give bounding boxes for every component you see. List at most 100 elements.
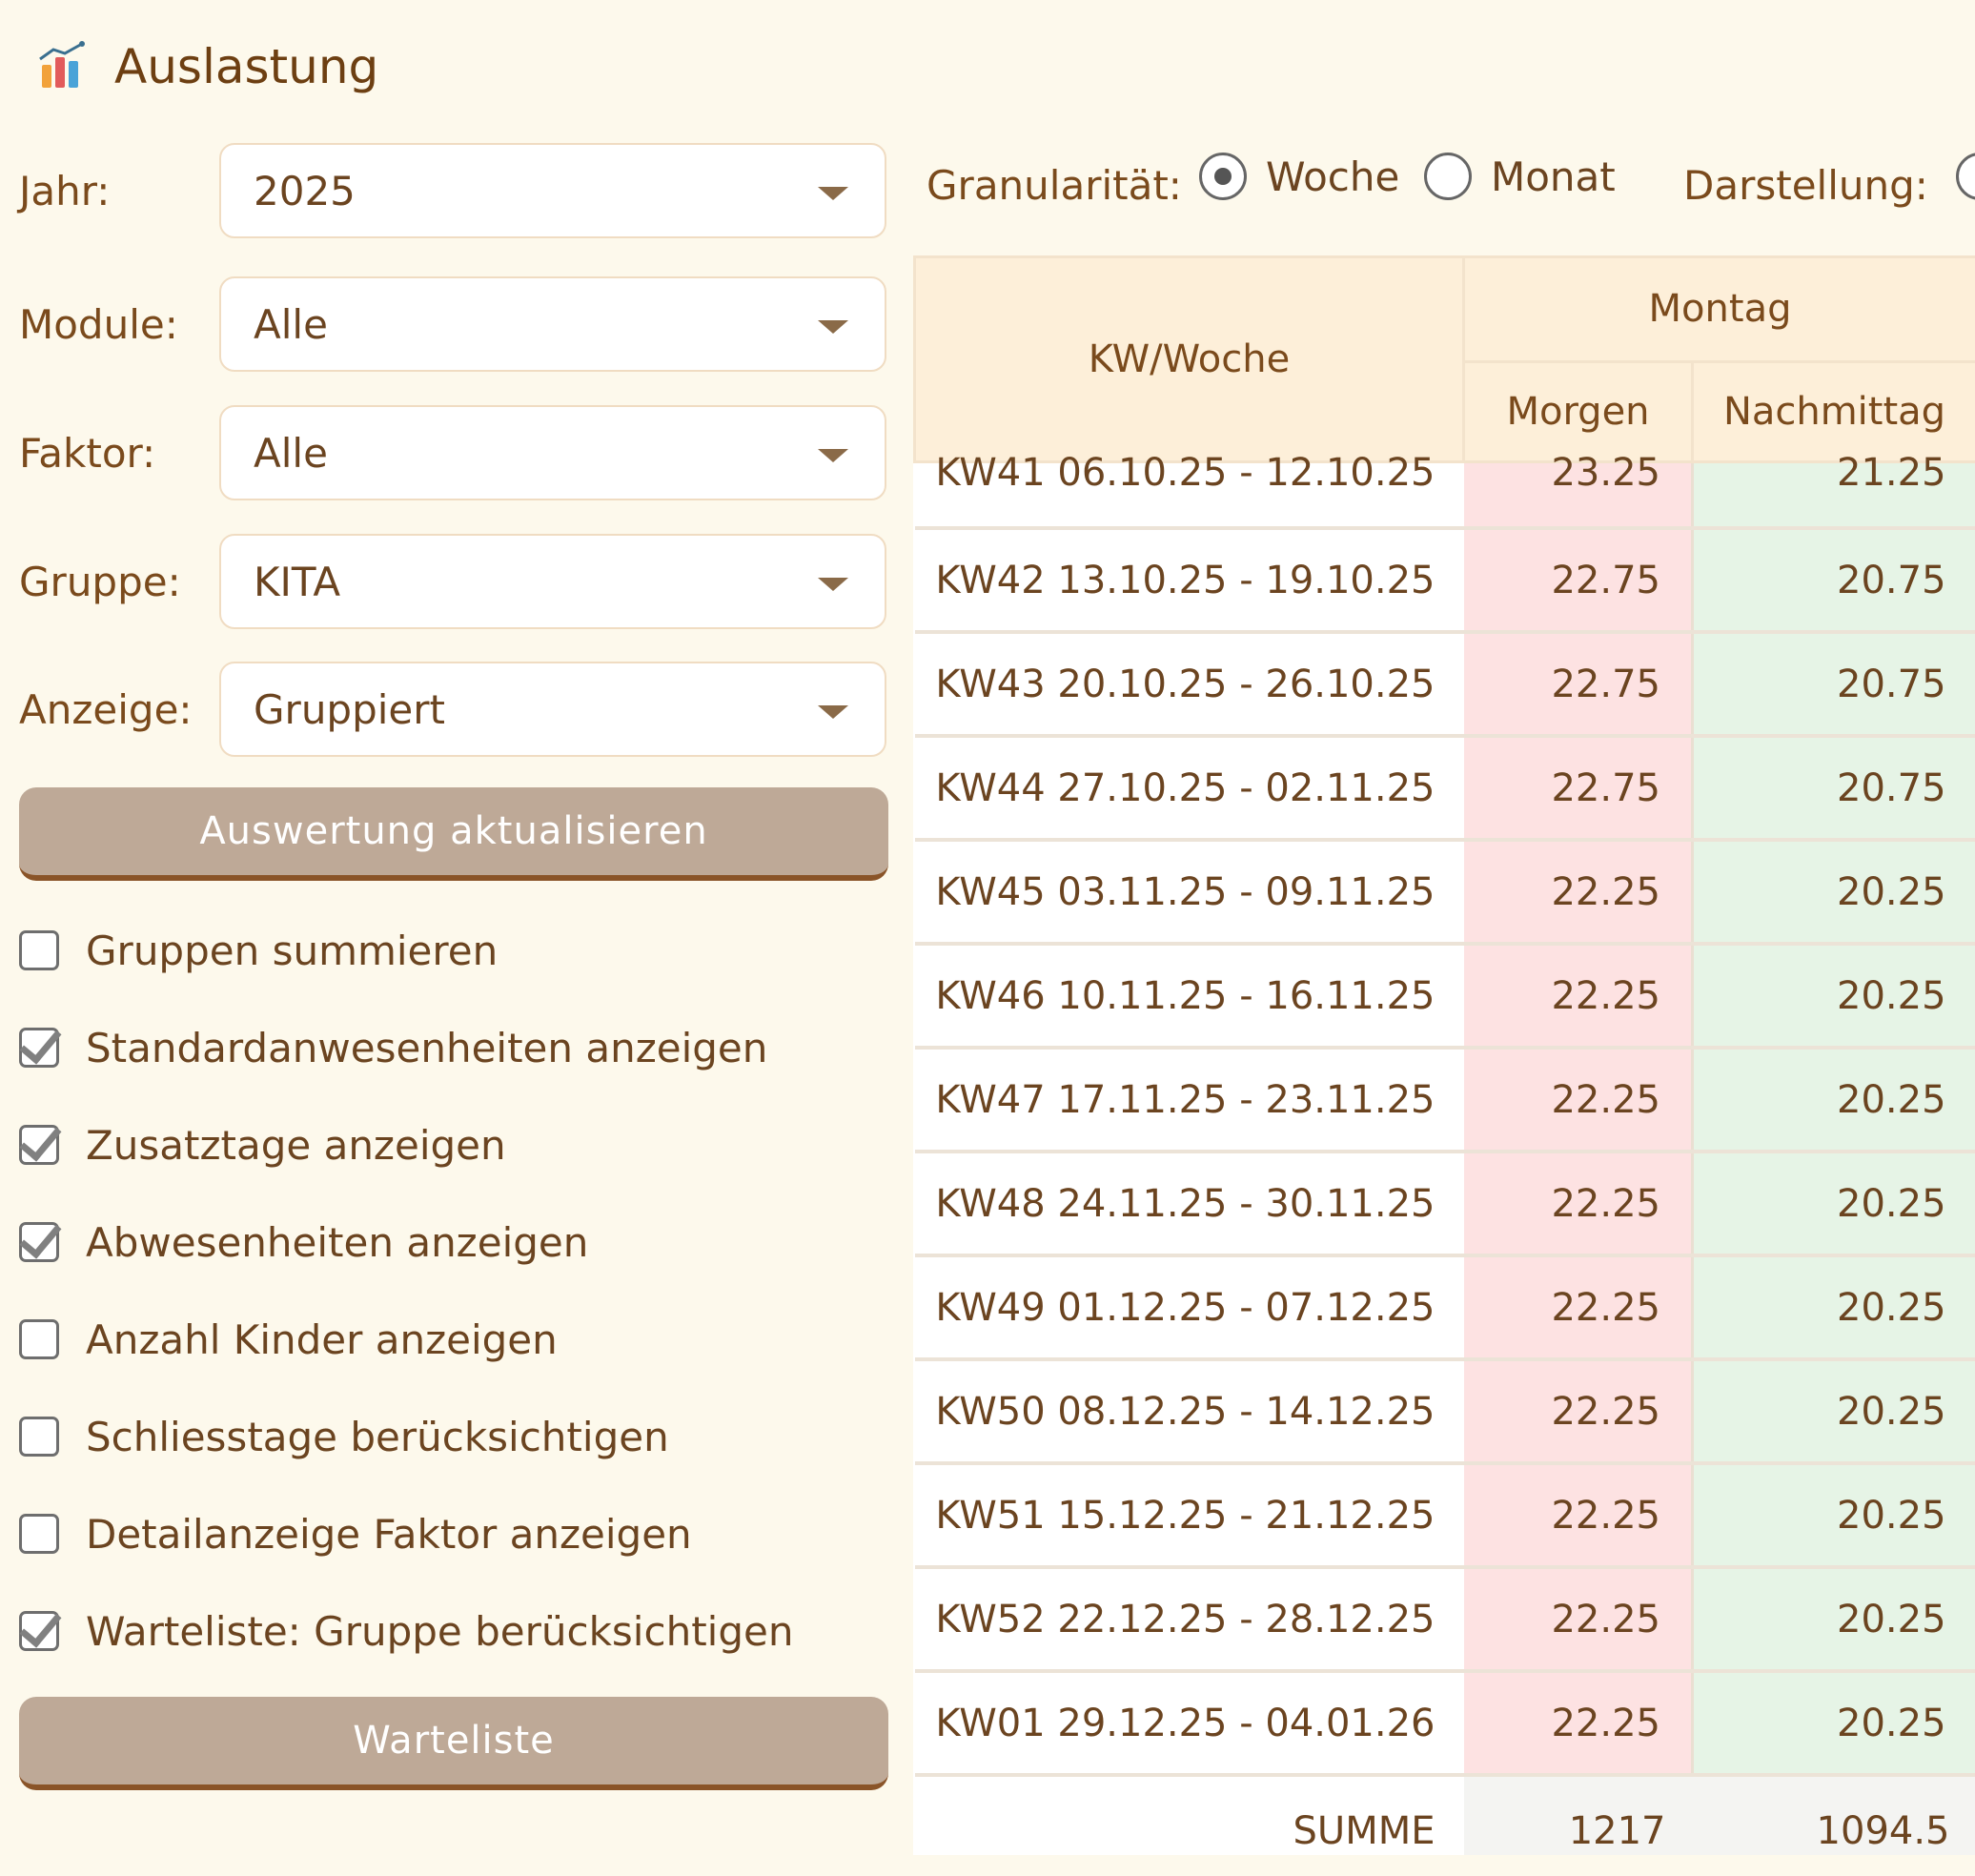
afternoon-value-cell: 20.25 bbox=[1692, 1671, 1975, 1777]
table-row: KW50 08.12.25 - 14.12.25 22.25 20.25 bbox=[914, 1359, 1975, 1465]
sum-morning-value: 1217 bbox=[1463, 1775, 1693, 1855]
option-label: Zusatztage anzeigen bbox=[86, 1121, 506, 1169]
sum-afternoon-value: 1094.5 bbox=[1692, 1775, 1975, 1855]
radio-monat[interactable]: Monat bbox=[1424, 153, 1616, 200]
checkbox[interactable] bbox=[19, 1417, 59, 1457]
morning-value-cell: 22.75 bbox=[1463, 632, 1694, 738]
anzeige-select-value: Gruppiert bbox=[254, 685, 445, 733]
faktor-select[interactable]: Alle bbox=[219, 405, 886, 500]
option-label: Gruppen summieren bbox=[86, 927, 499, 974]
option-label: Standardanwesenheiten anzeigen bbox=[86, 1024, 768, 1071]
option-anzahl-kinder[interactable]: Anzahl Kinder anzeigen bbox=[19, 1306, 558, 1373]
jahr-label: Jahr: bbox=[19, 167, 111, 214]
morning-value-cell: 22.25 bbox=[1463, 840, 1694, 946]
table-row: KW41 06.10.25 - 12.10.25 23.25 21.25 bbox=[914, 454, 1975, 530]
option-warteliste-gruppe[interactable]: Warteliste: Gruppe berücksichtigen bbox=[19, 1598, 793, 1664]
week-cell: KW01 29.12.25 - 04.01.26 bbox=[914, 1671, 1464, 1777]
table-row: KW42 13.10.25 - 19.10.25 22.75 20.75 bbox=[914, 528, 1975, 634]
checkbox-checked[interactable] bbox=[19, 1222, 59, 1262]
chevron-down-icon bbox=[818, 320, 848, 334]
option-gruppen-summieren[interactable]: Gruppen summieren bbox=[19, 917, 498, 984]
morning-value-cell: 22.25 bbox=[1463, 1255, 1694, 1361]
option-detailanzeige-faktor[interactable]: Detailanzeige Faktor anzeigen bbox=[19, 1500, 692, 1567]
filter-module-row: Module: Alle bbox=[19, 276, 888, 372]
morning-value-cell: 22.25 bbox=[1463, 944, 1694, 1050]
week-cell: KW47 17.11.25 - 23.11.25 bbox=[914, 1048, 1464, 1153]
table-row: KW45 03.11.25 - 09.11.25 22.25 20.25 bbox=[914, 840, 1975, 946]
option-label: Detailanzeige Faktor anzeigen bbox=[86, 1510, 692, 1558]
table-row: KW52 22.12.25 - 28.12.25 22.25 20.25 bbox=[914, 1567, 1975, 1673]
radio-woche[interactable]: Woche bbox=[1199, 153, 1399, 200]
checkbox[interactable] bbox=[19, 930, 59, 970]
radio-label: Woche bbox=[1266, 153, 1400, 200]
morning-value-cell: 22.25 bbox=[1463, 1359, 1694, 1465]
checkbox[interactable] bbox=[19, 1514, 59, 1554]
radio-button[interactable] bbox=[1424, 153, 1472, 200]
checkbox-checked[interactable] bbox=[19, 1125, 59, 1165]
faktor-label: Faktor: bbox=[19, 429, 156, 477]
afternoon-value-cell: 20.25 bbox=[1692, 1359, 1975, 1465]
option-abwesenheiten[interactable]: Abwesenheiten anzeigen bbox=[19, 1209, 588, 1275]
utilization-table-container[interactable]: KW/Woche Montag Morgen Nachmittag KW41 0… bbox=[913, 255, 1975, 1855]
module-select[interactable]: Alle bbox=[219, 276, 886, 372]
checkbox-checked[interactable] bbox=[19, 1028, 59, 1068]
anzeige-label: Anzeige: bbox=[19, 685, 193, 733]
darstellung-label: Darstellung: bbox=[1683, 162, 1928, 209]
table-row: KW49 01.12.25 - 07.12.25 22.25 20.25 bbox=[914, 1255, 1975, 1361]
chevron-down-icon bbox=[818, 449, 848, 462]
filter-anzeige-row: Anzeige: Gruppiert bbox=[19, 662, 888, 757]
morning-value-cell: 22.25 bbox=[1463, 1671, 1694, 1777]
afternoon-value-cell: 20.25 bbox=[1692, 1255, 1975, 1361]
update-evaluation-button[interactable]: Auswertung aktualisieren bbox=[19, 787, 888, 881]
gruppe-select[interactable]: KITA bbox=[219, 534, 886, 629]
page-title: Auslastung bbox=[114, 39, 379, 94]
anzeige-select[interactable]: Gruppiert bbox=[219, 662, 886, 757]
jahr-select[interactable]: 2025 bbox=[219, 143, 886, 238]
chevron-down-icon bbox=[818, 705, 848, 719]
option-label: Abwesenheiten anzeigen bbox=[86, 1218, 589, 1266]
option-zusatztage[interactable]: Zusatztage anzeigen bbox=[19, 1111, 506, 1178]
table-row: KW46 10.11.25 - 16.11.25 22.25 20.25 bbox=[914, 944, 1975, 1050]
afternoon-value-cell: 20.25 bbox=[1692, 1152, 1975, 1257]
afternoon-value-cell: 20.25 bbox=[1692, 944, 1975, 1050]
afternoon-value-cell: 20.75 bbox=[1692, 528, 1975, 634]
morning-value-cell: 22.75 bbox=[1463, 528, 1694, 634]
option-schliesstage[interactable]: Schliesstage berücksichtigen bbox=[19, 1403, 669, 1470]
column-header-kw: KW/Woche bbox=[913, 255, 1465, 463]
module-label: Module: bbox=[19, 300, 178, 348]
afternoon-value-cell: 20.75 bbox=[1692, 632, 1975, 738]
option-label: Schliesstage berücksichtigen bbox=[86, 1413, 669, 1460]
table-row: KW43 20.10.25 - 26.10.25 22.75 20.75 bbox=[914, 632, 1975, 738]
checkbox[interactable] bbox=[19, 1319, 59, 1359]
week-cell: KW44 27.10.25 - 02.11.25 bbox=[914, 736, 1464, 842]
morning-value-cell: 22.25 bbox=[1463, 1152, 1694, 1257]
faktor-select-value: Alle bbox=[254, 429, 328, 477]
column-header-day: Montag bbox=[1461, 255, 1975, 363]
week-cell: KW51 15.12.25 - 21.12.25 bbox=[914, 1463, 1464, 1569]
week-cell: KW50 08.12.25 - 14.12.25 bbox=[914, 1359, 1464, 1465]
checkbox-checked[interactable] bbox=[19, 1611, 59, 1651]
week-cell: KW41 06.10.25 - 12.10.25 bbox=[914, 454, 1464, 530]
table-row: KW01 29.12.25 - 04.01.26 22.25 20.25 bbox=[914, 1671, 1975, 1777]
week-cell: KW48 24.11.25 - 30.11.25 bbox=[914, 1152, 1464, 1257]
chevron-down-icon bbox=[818, 187, 848, 200]
radio-button-selected[interactable] bbox=[1199, 153, 1247, 200]
radio-label: Monat bbox=[1491, 153, 1616, 200]
table-row: KW47 17.11.25 - 23.11.25 22.25 20.25 bbox=[914, 1048, 1975, 1153]
module-select-value: Alle bbox=[254, 300, 328, 348]
week-cell: KW49 01.12.25 - 07.12.25 bbox=[914, 1255, 1464, 1361]
afternoon-value-cell: 20.25 bbox=[1692, 1463, 1975, 1569]
radio-button[interactable] bbox=[1956, 153, 1975, 200]
morning-value-cell: 22.25 bbox=[1463, 1463, 1694, 1569]
sum-row: SUMME 1217 1094.5 bbox=[914, 1775, 1975, 1855]
sum-label: SUMME bbox=[914, 1775, 1464, 1855]
option-standardanwesenheiten[interactable]: Standardanwesenheiten anzeigen bbox=[19, 1014, 767, 1081]
option-label: Anzahl Kinder anzeigen bbox=[86, 1315, 558, 1363]
week-cell: KW42 13.10.25 - 19.10.25 bbox=[914, 528, 1464, 634]
table-row: KW48 24.11.25 - 30.11.25 22.25 20.25 bbox=[914, 1152, 1975, 1257]
column-header-morgen: Morgen bbox=[1462, 359, 1694, 463]
waitlist-button[interactable]: Warteliste bbox=[19, 1697, 888, 1790]
filter-gruppe-row: Gruppe: KITA bbox=[19, 534, 888, 629]
afternoon-value-cell: 20.25 bbox=[1692, 1567, 1975, 1673]
chevron-down-icon bbox=[818, 578, 848, 591]
